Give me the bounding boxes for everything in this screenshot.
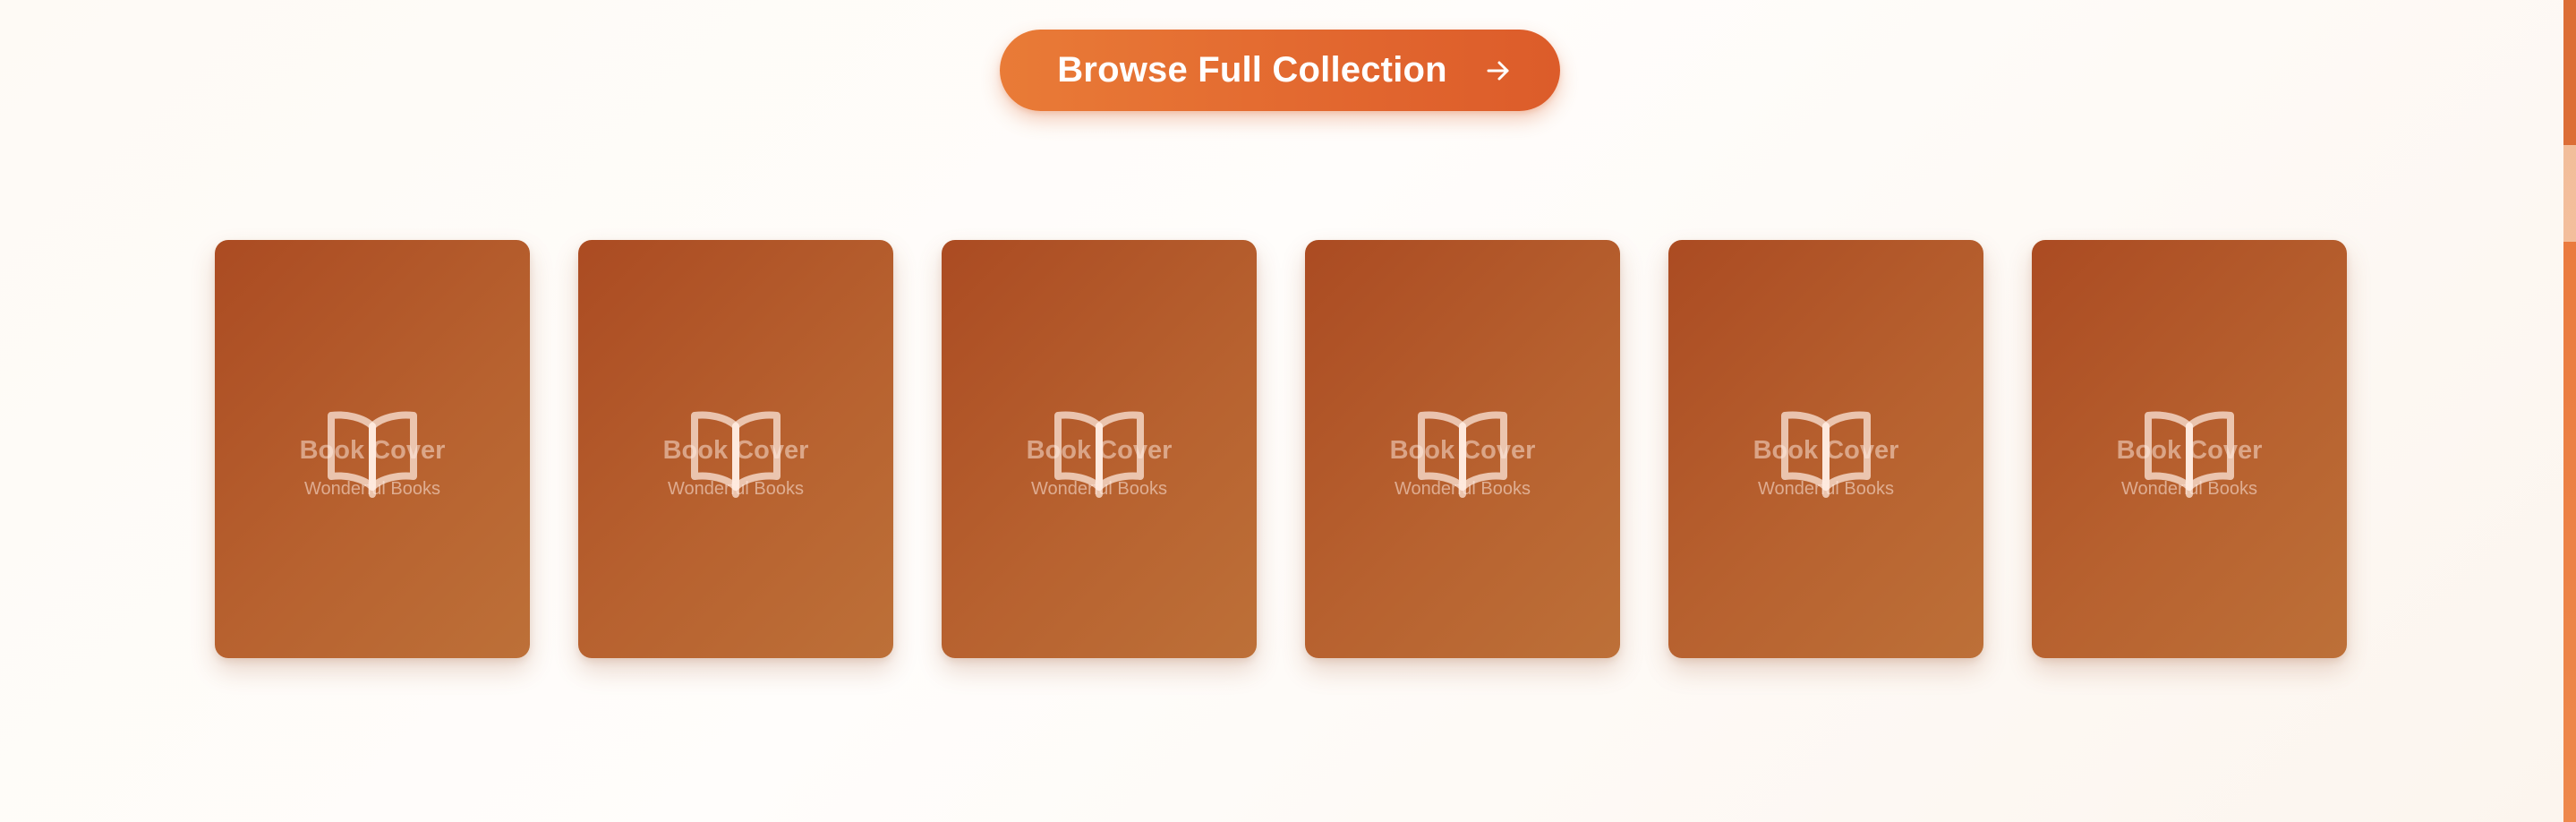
- book-card[interactable]: Book Cover Wonderful Books: [578, 240, 893, 658]
- book-subtitle: Wonderful Books: [2121, 479, 2257, 499]
- book-card[interactable]: Book Cover Wonderful Books: [1305, 240, 1620, 658]
- scrollbar-thumb[interactable]: [2563, 242, 2576, 822]
- book-card[interactable]: Book Cover Wonderful Books: [1668, 240, 1983, 658]
- book-title: Book Cover: [2116, 436, 2263, 465]
- book-card[interactable]: Book Cover Wonderful Books: [215, 240, 530, 658]
- arrow-right-icon: [1485, 57, 1512, 84]
- book-title: Book Cover: [1389, 436, 1536, 465]
- book-title: Book Cover: [299, 436, 446, 465]
- book-title: Book Cover: [1026, 436, 1173, 465]
- book-card[interactable]: Book Cover Wonderful Books: [942, 240, 1257, 658]
- book-subtitle: Wonderful Books: [668, 479, 804, 499]
- book-subtitle: Wonderful Books: [1395, 479, 1531, 499]
- book-title: Book Cover: [1753, 436, 1899, 465]
- book-grid: Book Cover Wonderful Books Book Cover Wo…: [215, 240, 2347, 658]
- book-subtitle: Wonderful Books: [1031, 479, 1167, 499]
- book-title: Book Cover: [662, 436, 809, 465]
- browse-collection-label: Browse Full Collection: [1057, 50, 1447, 90]
- scrollbar-top-segment: [2563, 0, 2576, 145]
- browse-collection-button[interactable]: Browse Full Collection: [1000, 30, 1560, 111]
- book-subtitle: Wonderful Books: [304, 479, 440, 499]
- book-card[interactable]: Book Cover Wonderful Books: [2032, 240, 2347, 658]
- book-subtitle: Wonderful Books: [1758, 479, 1894, 499]
